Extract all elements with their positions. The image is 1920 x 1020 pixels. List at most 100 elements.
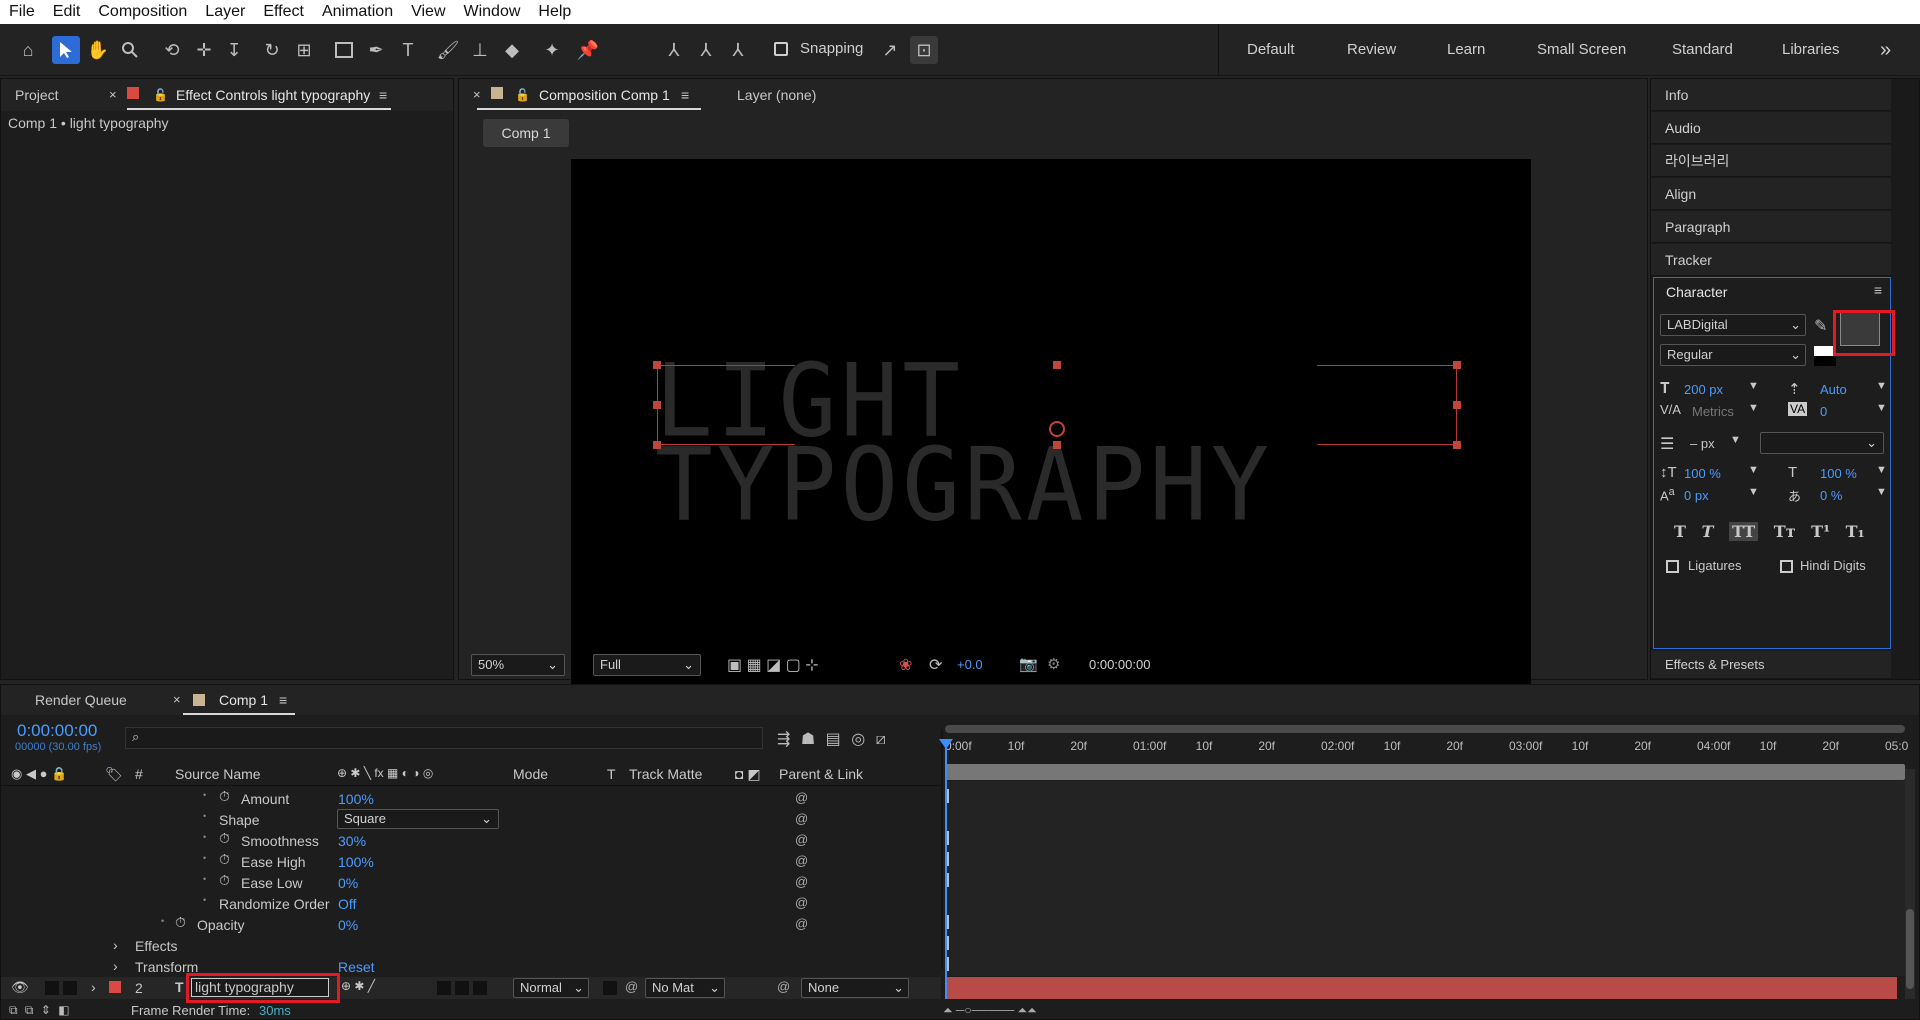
horizontal-scale-value[interactable]: 100 % [1820, 466, 1857, 481]
chevron-down-icon[interactable]: ▼ [1730, 434, 1741, 446]
chevron-down-icon[interactable]: ▼ [1876, 380, 1887, 392]
stopwatch-icon[interactable]: ⏱ [175, 914, 186, 931]
parent-pickwhip-icon[interactable]: @ [777, 979, 790, 994]
chevron-right-icon[interactable]: › [113, 958, 118, 974]
menu-layer[interactable]: Layer [196, 0, 254, 24]
selection-tool-icon[interactable] [52, 36, 80, 64]
panel-effects-presets[interactable]: Effects & Presets [1651, 651, 1891, 679]
prop-value-opacity[interactable]: 0% [338, 917, 358, 933]
pickwhip-icon[interactable]: @ [795, 874, 808, 889]
time-ruler[interactable]: 0:00f 10f 20f 01:00f 10f 20f 02:00f 10f 20f 03:00… [945, 737, 1908, 759]
chevron-down-icon[interactable]: ▼ [1748, 464, 1759, 476]
chevron-right-icon[interactable]: › [113, 937, 118, 953]
panel-paragraph[interactable]: Paragraph [1651, 211, 1891, 243]
panel-align[interactable]: Align [1651, 178, 1891, 210]
leading-value[interactable]: Auto [1820, 382, 1847, 397]
ligatures-checkbox[interactable] [1666, 560, 1679, 573]
hand-tool-icon[interactable]: ✋ [84, 36, 112, 64]
rectangle-tool-icon[interactable] [330, 36, 358, 64]
menu-animation[interactable]: Animation [313, 0, 402, 24]
timeline-bottom-icons[interactable]: ⧉ ⧉ ⇕ ◧ [9, 1003, 70, 1018]
composition-viewer[interactable]: LIGHT TYPOGRAPHY [571, 159, 1531, 727]
roto-brush-icon[interactable]: ✦ [538, 36, 566, 64]
pen-tool-icon[interactable]: ✒ [362, 36, 390, 64]
font-family-dropdown[interactable]: LABDigital ⌄ [1660, 314, 1806, 336]
chevron-down-icon[interactable]: ▼ [1876, 464, 1887, 476]
zoom-dropdown[interactable]: 50% ⌄ [471, 654, 565, 676]
stroke-style-dropdown[interactable]: ⌄ [1760, 432, 1884, 454]
pickwhip-icon[interactable]: @ [795, 790, 808, 805]
chevron-down-icon[interactable]: ▼ [1876, 486, 1887, 498]
tab-project[interactable]: Project [15, 79, 59, 111]
menu-help[interactable]: Help [529, 0, 580, 24]
panel-tracker[interactable]: Tracker [1651, 244, 1891, 276]
chevron-down-icon[interactable]: ▼ [1748, 486, 1759, 498]
workspace-learn[interactable]: Learn [1447, 24, 1485, 76]
transform-handle[interactable] [653, 401, 661, 409]
stopwatch-icon[interactable]: ⏱ [219, 830, 230, 847]
menu-window[interactable]: Window [455, 0, 530, 24]
prop-value-smoothness[interactable]: 30% [338, 833, 366, 849]
keyframe-marker[interactable] [947, 852, 949, 866]
work-area-bar[interactable] [945, 725, 1905, 733]
home-icon[interactable]: ⌂ [14, 36, 42, 64]
stopwatch-icon[interactable]: ⏱ [219, 788, 230, 805]
workspaces-more-icon[interactable]: » [1880, 24, 1891, 76]
tsume-value[interactable]: 0 % [1820, 488, 1842, 503]
menu-composition[interactable]: Composition [89, 0, 196, 24]
brush-tool-icon[interactable]: 🖌 [434, 36, 462, 64]
layer-switches[interactable]: ⊕ ✱ ╱ [341, 979, 375, 993]
chevron-right-icon[interactable]: › [91, 979, 96, 995]
eyedropper-icon[interactable]: ✎ [1814, 316, 1827, 336]
font-style-dropdown[interactable]: Regular ⌄ [1660, 344, 1806, 366]
kerning-value[interactable]: Metrics [1692, 404, 1734, 419]
transform-handle[interactable] [1453, 441, 1461, 449]
switch-box[interactable] [437, 981, 451, 995]
panel-menu-icon[interactable]: ≡ [379, 79, 387, 111]
timeline-tab-close-icon[interactable]: × [173, 685, 181, 717]
exposure-value[interactable]: +0.0 [957, 657, 983, 672]
layer-label-swatch[interactable] [109, 981, 121, 993]
prop-value-randomize-order[interactable]: Off [338, 896, 356, 912]
tab-close-icon[interactable]: × [109, 79, 117, 111]
timeline-switch-icons[interactable]: ⇶ ☗ ▤ ◎ ⧄ [777, 729, 886, 749]
snapping-checkbox[interactable] [774, 42, 788, 56]
workspace-standard[interactable]: Standard [1672, 24, 1733, 76]
track-matte-dropdown[interactable]: No Mat ⌄ [645, 978, 725, 998]
scrollbar-thumb[interactable] [1906, 909, 1914, 989]
zoom-slider[interactable]: ⏶ ─○───── ⏶⏶ [943, 1003, 1037, 1018]
menu-effect[interactable]: Effect [254, 0, 313, 24]
tab-layer[interactable]: Layer (none) [737, 79, 816, 111]
matte-pickwhip-icon[interactable]: @ [625, 979, 638, 994]
keyframe-marker[interactable] [947, 957, 949, 971]
eye-icon[interactable]: 👁 [11, 979, 29, 996]
tab-effect-controls[interactable]: Effect Controls light typography [176, 79, 370, 111]
stroke-width-value[interactable]: – px [1690, 436, 1715, 451]
menu-file[interactable]: File [0, 0, 44, 24]
stopwatch-icon[interactable]: ⏱ [219, 851, 230, 868]
comp-panel-menu-icon[interactable]: ≡ [681, 79, 689, 111]
switch-box[interactable] [473, 981, 487, 995]
layer-row[interactable]: 👁 › 2 T light typography ⊕ ✱ ╱ Normal ⌄ @… [1, 977, 941, 999]
prop-value-amount[interactable]: 100% [338, 791, 374, 807]
keyframe-marker[interactable] [947, 831, 949, 845]
tracking-value[interactable]: 0 [1820, 404, 1827, 419]
timeline-timecode[interactable]: 0:00:00:00 [17, 721, 97, 741]
reset-exposure-icon[interactable]: ⟳ [929, 655, 942, 675]
keyframe-marker[interactable] [947, 936, 949, 950]
axis-view-icon[interactable]: ⅄ [724, 36, 752, 64]
panel-audio[interactable]: Audio [1651, 112, 1891, 144]
timeline-tracks[interactable] [945, 781, 1905, 976]
work-area-range[interactable] [945, 764, 1905, 780]
puppet-pin-icon[interactable]: 📌 [574, 36, 602, 64]
tab-render-queue[interactable]: Render Queue [35, 685, 127, 717]
workspace-libraries[interactable]: Libraries [1782, 24, 1840, 76]
axis-local-icon[interactable]: ⅄ [660, 36, 688, 64]
type-tool-icon[interactable]: T [394, 36, 422, 64]
shape-dropdown[interactable]: Square ⌄ [337, 809, 499, 829]
text-style-buttons[interactable]: T T TT Tт T¹ T₁ [1674, 522, 1865, 541]
transform-handle[interactable] [1453, 401, 1461, 409]
chevron-down-icon[interactable]: ▼ [1748, 380, 1759, 392]
rotation-tool-icon[interactable]: ↻ [258, 36, 286, 64]
font-size-value[interactable]: 200 px [1684, 382, 1723, 397]
